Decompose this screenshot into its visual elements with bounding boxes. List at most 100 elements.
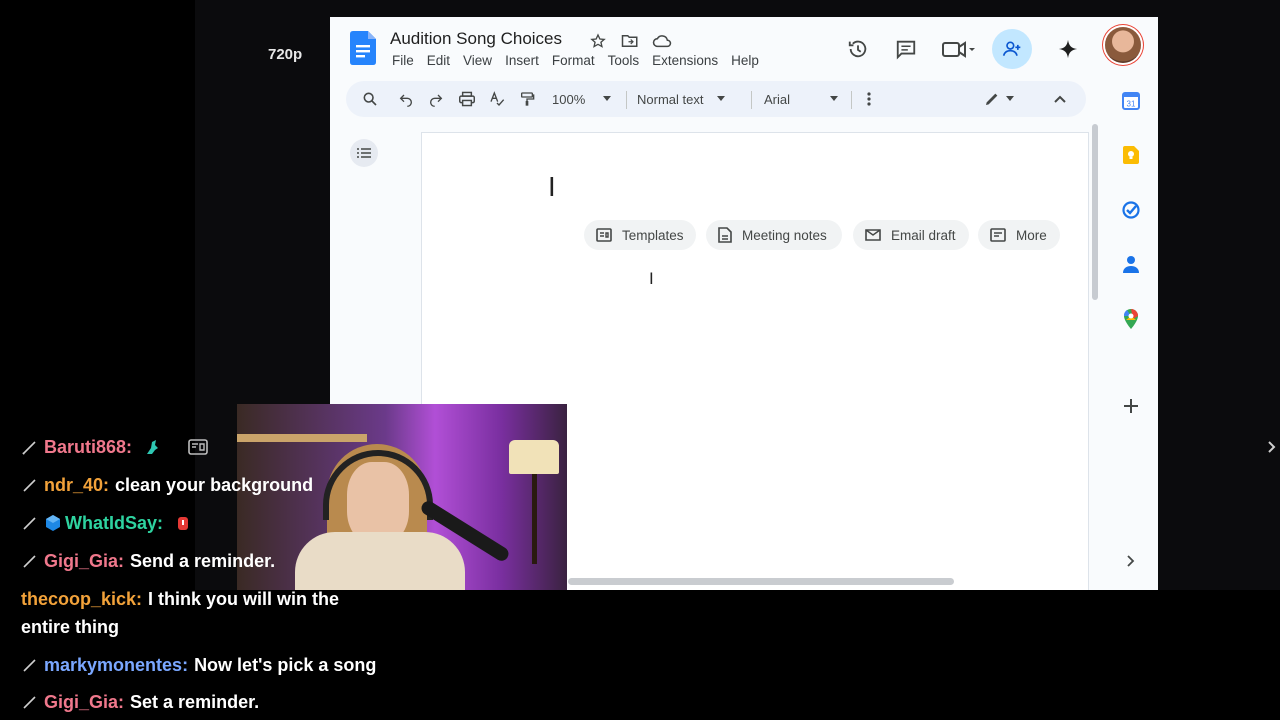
get-addons-icon[interactable] [1121,396,1141,416]
mode-dropdown-icon [1006,96,1014,101]
chat-message: Gigi_Gia: Set a reminder. [22,692,259,713]
zoom-select[interactable]: 100% [552,89,612,109]
comments-icon[interactable] [888,31,924,67]
chat-text-continuation: entire thing [21,617,119,637]
font-dropdown-icon [830,96,839,101]
chat-username[interactable]: Gigi_Gia: [44,692,124,712]
cube-icon [46,515,60,531]
chat-message: markymonentes: Now let's pick a song [22,655,376,676]
chat-message: Gigi_Gia: Send a reminder. [22,551,275,572]
svg-text:31: 31 [1127,100,1136,109]
lamp-shade [509,440,559,474]
chat-text: Set a reminder. [130,692,260,712]
docs-toolbar: 100% Normal text Arial [346,81,1086,117]
moderator-badge-icon [23,555,36,568]
gemini-icon[interactable] [1050,31,1086,67]
chat-username-text: Gigi_Gia [44,551,119,571]
meeting-notes-label: Meeting notes [742,227,827,243]
chat-text: clean your background [115,475,314,495]
chat-username[interactable]: thecoop_kick: [21,589,142,609]
chat-username-text: thecoop_kick [21,589,137,609]
contacts-icon[interactable] [1121,254,1141,274]
chat-text: I think you will win the [148,589,340,609]
menu-format[interactable]: Format [552,53,602,68]
email-icon [865,229,881,241]
lamp-stem [532,474,537,564]
chat-username[interactable]: markymonentes: [44,655,188,675]
menu-help[interactable]: Help [731,53,766,68]
text-cursor-icon: I [649,269,654,288]
meeting-notes-chip[interactable]: Meeting notes [706,220,842,250]
chat-username[interactable]: WhatIdSay: [65,513,163,533]
horizontal-scrollbar[interactable] [568,578,954,585]
version-history-icon[interactable] [840,31,876,67]
meet-icon[interactable] [936,31,980,67]
zoom-dropdown-icon [603,96,612,101]
document-icon [718,227,732,243]
more-label: More [1016,227,1047,243]
moderator-badge-icon [23,517,36,530]
chat-username[interactable]: Gigi_Gia: [44,551,124,571]
print-icon[interactable] [458,89,476,109]
zoom-value: 100% [552,91,586,107]
chat-overlay: Baruti868: ndr_40: clean your background … [0,0,450,720]
chat-message: thecoop_kick: I think you will win the [21,589,339,610]
text-cursor-icon: I [548,173,556,203]
menu-insert[interactable]: Insert [505,53,546,68]
pencil-icon [986,93,998,105]
share-button[interactable] [992,29,1032,69]
chat-message: Baruti868: [22,437,208,458]
menu-tools[interactable]: Tools [608,53,647,68]
star-icon[interactable] [587,30,609,52]
side-panel-expand-icon[interactable] [1121,551,1141,571]
chat-text: Now let's pick a song [194,655,377,675]
tasks-icon[interactable] [1121,200,1141,220]
templates-label: Templates [622,227,684,243]
vertical-scrollbar[interactable] [1092,124,1098,300]
keep-icon[interactable] [1121,145,1141,165]
chat-username-text: markymonentes [44,655,183,675]
font-select[interactable]: Arial [764,89,839,109]
teal-figure-emote [147,440,159,454]
moderator-badge-icon [23,659,36,672]
chat-text: Send a reminder. [130,551,276,571]
chat-username[interactable]: ndr_40: [44,475,109,495]
header-right-actions [840,29,1098,69]
hide-menus-icon[interactable] [1054,89,1066,109]
more-options-icon[interactable] [866,89,872,109]
menu-extensions[interactable]: Extensions [652,53,725,68]
chat-username-text: ndr_40 [44,475,104,495]
menu-view[interactable]: View [463,53,499,68]
toolbar-divider [851,91,852,109]
spellcheck-icon[interactable] [489,89,505,109]
moderator-badge-icon [22,441,36,455]
chat-username-text: Baruti868 [44,437,127,457]
chat-username[interactable]: Baruti868: [44,437,132,457]
toolbar-divider [751,91,752,109]
account-avatar[interactable] [1105,27,1141,63]
moderator-badge-icon [23,696,36,709]
paint-format-icon[interactable] [519,89,535,109]
paragraph-style-select[interactable]: Normal text [637,89,726,109]
more-chip[interactable]: More [978,220,1060,250]
move-folder-icon[interactable] [619,30,641,52]
chat-username-text: WhatIdSay [65,513,158,533]
chat-username-text: Gigi_Gia [44,692,119,712]
docs-header: Audition Song Choices File Edit View Ins… [330,17,1158,87]
email-draft-chip[interactable]: Email draft [853,220,969,250]
paragraph-style-value: Normal text [637,91,704,107]
chat-message: ndr_40: clean your background [22,475,313,496]
style-dropdown-icon [717,96,726,101]
red-lantern-emote [178,517,189,530]
more-building-blocks-icon [990,228,1006,242]
title-actions [587,30,673,52]
calendar-icon[interactable]: 31 [1121,91,1141,111]
cloud-saved-icon[interactable] [651,30,673,52]
templates-icon [596,228,612,242]
editing-mode-button[interactable] [984,89,1014,109]
chat-message: WhatIdSay: [22,513,192,534]
font-value: Arial [764,91,791,107]
maps-icon[interactable] [1121,309,1141,329]
templates-chip[interactable]: Templates [584,220,696,250]
chevron-right-icon[interactable] [1268,440,1276,456]
